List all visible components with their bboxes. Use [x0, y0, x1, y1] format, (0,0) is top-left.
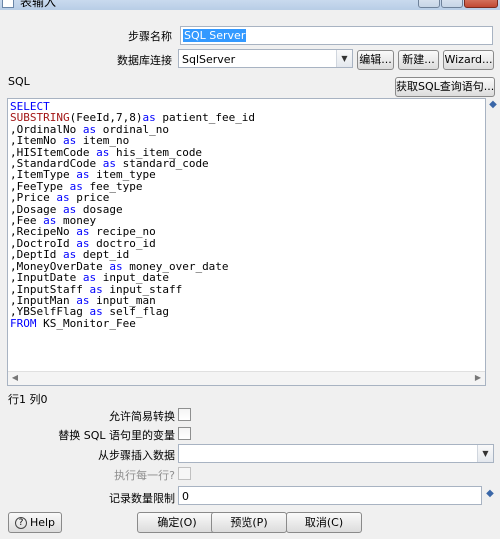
lazy-conversion-label: 允许简易转换: [109, 410, 175, 423]
wizard-button[interactable]: Wizard...: [443, 50, 494, 70]
cancel-button[interactable]: 取消(C): [286, 512, 362, 533]
chevron-down-icon[interactable]: ▼: [336, 50, 352, 67]
scroll-right-icon[interactable]: ▶: [472, 373, 484, 382]
sql-line: FROM KS_Monitor_Fee: [10, 316, 136, 330]
execute-each-row-checkbox[interactable]: [178, 467, 191, 480]
help-icon: ?: [14, 517, 27, 529]
sql-line: ,Price as price: [10, 191, 110, 205]
sql-label: SQL: [8, 75, 30, 88]
limit-input[interactable]: 0: [178, 486, 482, 505]
new-connection-button[interactable]: 新建...: [398, 50, 439, 70]
insert-from-step-label: 从步骤插入数据: [98, 449, 175, 462]
close-button[interactable]: [464, 0, 498, 8]
title-bar: 表输入: [0, 0, 500, 10]
variable-icon: ◆: [489, 99, 497, 110]
connection-select[interactable]: SqlServer ▼: [178, 49, 353, 68]
get-sql-button[interactable]: 获取SQL查询语句...: [395, 77, 495, 97]
replace-variables-checkbox[interactable]: [178, 427, 191, 440]
limit-value: 0: [182, 490, 189, 503]
ok-button[interactable]: 确定(O): [137, 512, 217, 533]
edit-connection-button[interactable]: 编辑...: [357, 50, 394, 70]
sql-code[interactable]: SELECT SUBSTRING(FeeId,7,8)as patient_fee…: [10, 101, 255, 329]
step-name-value: SQL Server: [183, 29, 247, 42]
help-button-label: Help: [29, 516, 56, 529]
insert-from-step-select[interactable]: ▼: [178, 444, 494, 463]
maximize-button[interactable]: [441, 0, 463, 8]
connection-label: 数据库连接: [117, 54, 172, 67]
sql-editor[interactable]: SELECT SUBSTRING(FeeId,7,8)as patient_fee…: [7, 98, 486, 386]
limit-label: 记录数量限制: [109, 492, 175, 505]
execute-each-row-label: 执行每一行?: [114, 469, 175, 482]
lazy-conversion-checkbox[interactable]: [178, 408, 191, 421]
preview-button[interactable]: 预览(P): [211, 512, 287, 533]
chevron-down-icon[interactable]: ▼: [477, 445, 493, 462]
cursor-position: 行1 列0: [8, 393, 48, 406]
sql-line: ,DeptId as dept_id: [10, 248, 130, 262]
horizontal-scrollbar[interactable]: ◀ ▶: [8, 371, 485, 385]
help-button[interactable]: ? Help: [8, 512, 62, 533]
connection-value: SqlServer: [182, 53, 236, 66]
sql-line: ,ItemNo as item_no: [10, 134, 130, 148]
minimize-button[interactable]: [418, 0, 440, 8]
step-name-input[interactable]: SQL Server: [180, 26, 493, 45]
window-title: 表输入: [20, 0, 57, 9]
variable-icon: ◆: [486, 488, 494, 499]
replace-variables-label: 替换 SQL 语句里的变量: [58, 429, 175, 442]
scroll-left-icon[interactable]: ◀: [9, 373, 21, 382]
table-input-icon: [2, 0, 14, 8]
sql-line: ,YBSelfFlag as self_flag: [10, 305, 169, 319]
sql-line: ,InputDate as input_date: [10, 271, 169, 285]
step-name-label: 步骤名称: [128, 30, 172, 43]
